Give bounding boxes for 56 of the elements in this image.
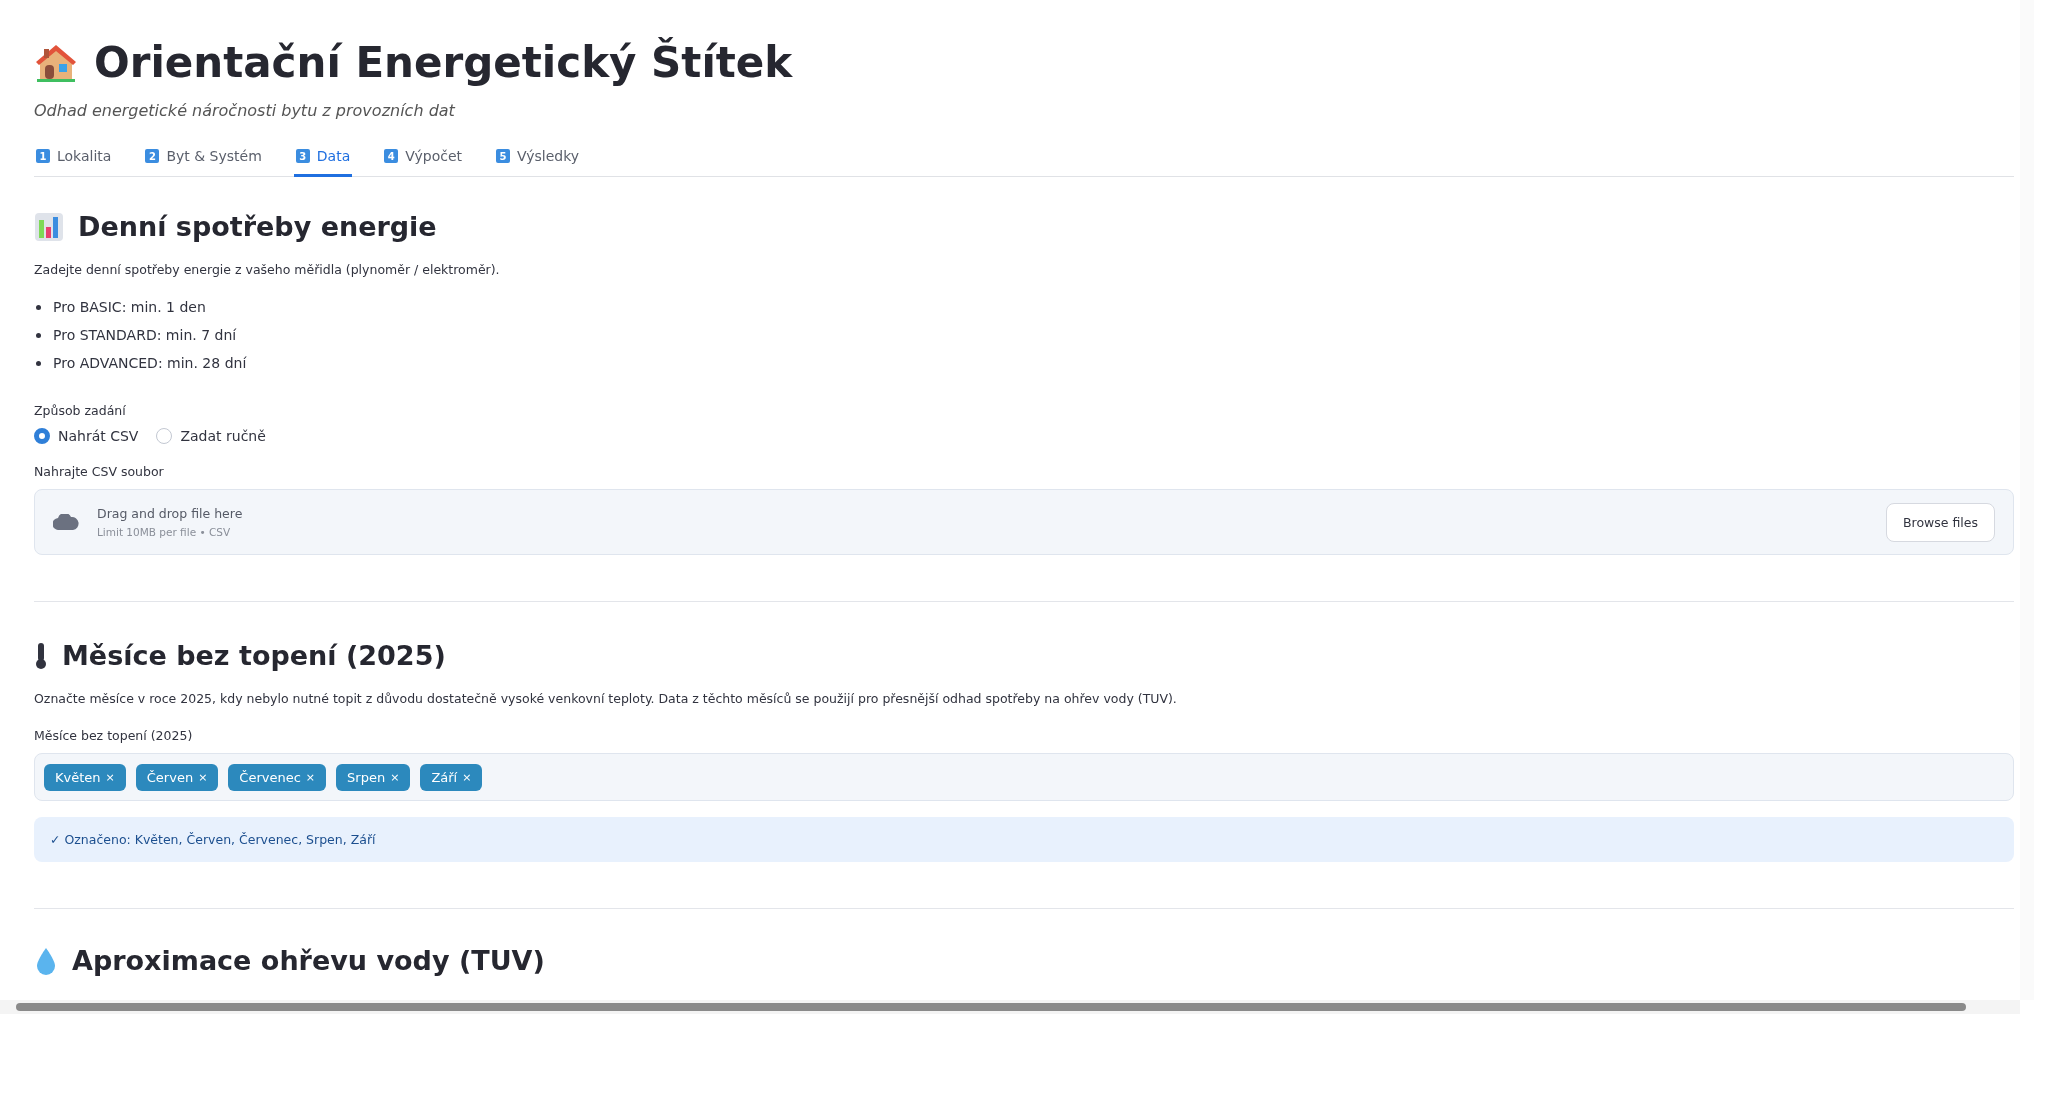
list-item: Pro STANDARD: min. 7 dní [53,327,237,343]
tab[interactable]: 4 Výpočet [382,142,464,177]
house-icon [34,42,78,83]
field-label: Měsíce bez topení (2025) [34,728,194,743]
multiselect-field[interactable]: Květen × Červen × Červenec × Srpen × Září × [34,753,2014,801]
radio-label[interactable]: Nahrát CSV [58,428,139,444]
tab[interactable]: 5 Výsledky [494,142,582,177]
field-label: Způsob zadání [34,403,127,418]
file-dropzone[interactable]: Drag and drop file here Limit 10MB per file • CSV Browse files [34,489,2014,555]
number-badge: 4 [384,149,399,163]
radio-button[interactable] [34,428,50,444]
number-badge: 2 [145,149,160,163]
section-heading: Měsíce bez topení (2025) [62,640,446,671]
tab[interactable]: 1 Lokalita [34,142,114,177]
section-heading: Denní spotřeby energie [78,211,437,242]
tab-label: Výsledky [517,148,580,164]
tab-label: Lokalita [57,148,112,164]
radio-button[interactable] [156,428,173,444]
month-tag[interactable]: Srpen × [336,763,411,791]
remove-icon[interactable]: × [462,770,472,784]
tab-label: Byt & Systém [166,148,262,164]
bullet-icon [36,332,41,338]
horizontal-scrollbar[interactable] [0,1000,2020,1014]
radio-label[interactable]: Zadat ručně [180,428,266,444]
thermometer-icon [34,641,48,670]
remove-icon[interactable]: × [198,770,208,784]
section-heading: Aproximace ohřevu vody (TUV) [72,945,545,976]
bullet-icon [36,304,41,310]
info-message: ✓ Označeno: Květen, Červen, Červenec, Srpen, Září [34,817,2014,862]
cloud-icon [53,514,79,530]
tab[interactable]: 3 Data [293,142,353,177]
tab-label: Výpočet [405,148,462,164]
month-tag[interactable]: Květen × [44,763,126,791]
intro-text: Zadejte denní spotřeby energie z vašeho měřidla (plynoměr / elektroměr). [34,262,501,277]
list-item: Pro BASIC: min. 1 den [53,299,206,315]
intro-text: Označte měsíce v roce 2025, kdy nebylo nutné topit z důvodu dostatečně vysoké venkovní teploty. Data z těchto měsíců se použijí pro přesnější odhad spotřeby na ohřev vody (TUV). [34,691,1178,706]
number-badge: 5 [496,149,510,163]
page-subtitle: Odhad energetické náročnosti bytu z provozních dat [34,101,457,120]
number-badge: 3 [295,149,310,163]
page-title: Orientační Energetický Štítek [94,38,793,87]
tab[interactable]: 2 Byt & Systém [143,142,264,177]
number-badge: 1 [36,149,50,163]
dropzone-title: Drag and drop file here [97,506,244,521]
month-tag[interactable]: Červenec × [228,763,327,791]
tab-label: Data [316,148,351,164]
field-label: Nahrajte CSV soubor [34,464,165,479]
bullet-icon [36,360,41,366]
remove-icon[interactable]: × [305,770,316,784]
month-tag[interactable]: Červen × [135,763,219,791]
browse-button[interactable]: Browse files [1885,502,1995,542]
dropzone-hint: Limit 10MB per file • CSV [97,526,232,538]
remove-icon[interactable]: × [390,770,400,784]
bar-chart-icon [34,211,64,242]
list-item: Pro ADVANCED: min. 28 dní [53,355,247,371]
remove-icon[interactable]: × [105,770,115,784]
month-tag[interactable]: Září × [420,763,483,791]
